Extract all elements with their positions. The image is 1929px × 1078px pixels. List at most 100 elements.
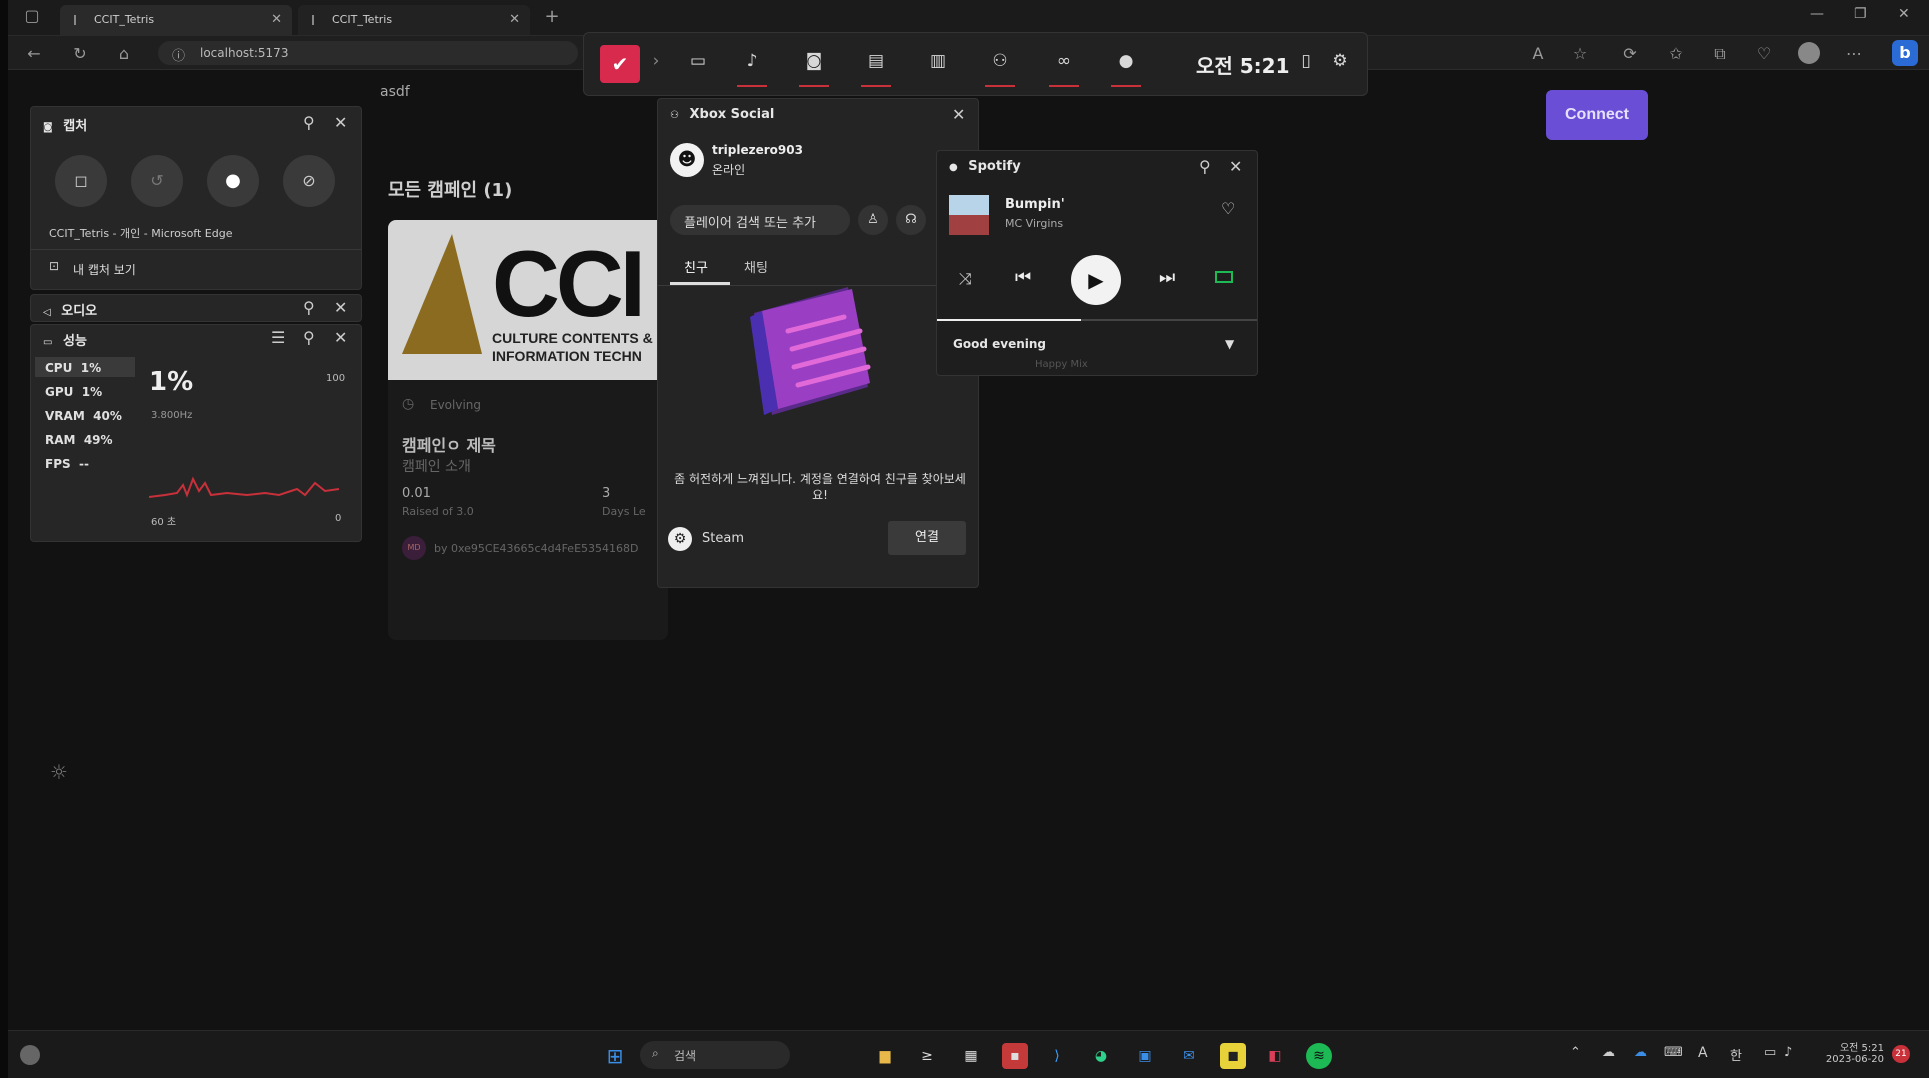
empty-friends-message: 좀 허전하게 느껴집니다. 계정을 연결하여 친구를 찾아보세요! xyxy=(674,472,966,502)
perf-row-fps[interactable]: FPS -- xyxy=(45,457,89,471)
onedrive-icon[interactable]: ☁ xyxy=(1634,1045,1647,1060)
add-friend-icon[interactable]: ♙ xyxy=(858,205,888,235)
resources-icon[interactable]: ▥ xyxy=(924,51,952,71)
taskbar-search-box[interactable]: ⌕ 검색 xyxy=(640,1041,790,1069)
pin-icon[interactable]: ⚲ xyxy=(303,328,315,347)
connect-wallet-button[interactable]: Connect xyxy=(1546,90,1648,140)
widget-menu-icon[interactable]: ✔ xyxy=(600,45,640,83)
favorites-icon[interactable]: ✩ xyxy=(1666,44,1686,63)
previous-track-icon[interactable]: ⏮ xyxy=(1015,267,1031,288)
close-icon[interactable]: ✕ xyxy=(1229,157,1242,176)
close-icon[interactable]: ✕ xyxy=(334,328,347,347)
play-button[interactable]: ▶ xyxy=(1071,255,1121,305)
mouse-icon[interactable]: ▯ xyxy=(1292,51,1320,71)
back-icon[interactable]: ← xyxy=(24,44,44,63)
campaign-card[interactable]: CCI CULTURE CONTENTS & INFORMATION TECHN… xyxy=(388,220,668,640)
teams-icon[interactable]: ▣ xyxy=(1132,1043,1158,1069)
perf-row-vram[interactable]: VRAM 40% xyxy=(45,409,122,423)
spotify-app-icon[interactable]: ≋ xyxy=(1306,1043,1332,1069)
language-a-icon[interactable]: A xyxy=(1698,1045,1708,1061)
taskbar-clock[interactable]: 오전 5:21 2023-06-20 xyxy=(1814,1039,1884,1065)
like-heart-icon[interactable]: ♡ xyxy=(1221,199,1235,218)
close-icon[interactable]: ✕ xyxy=(334,113,347,132)
mic-toggle-button[interactable]: ⊘ xyxy=(283,155,335,207)
connect-device-icon[interactable] xyxy=(1215,271,1233,283)
close-icon[interactable]: ✕ xyxy=(952,105,965,124)
mail-icon[interactable]: ✉ xyxy=(1176,1043,1202,1069)
extensions-icon[interactable]: ⟳ xyxy=(1620,44,1640,63)
refresh-icon[interactable]: ↻ xyxy=(70,44,90,63)
start-windows-icon[interactable]: ⊞ xyxy=(602,1043,628,1069)
volume-icon[interactable]: ♪ xyxy=(1784,1045,1792,1060)
collections-icon[interactable]: ⧉ xyxy=(1710,44,1730,64)
shuffle-icon[interactable]: ⤨ xyxy=(959,269,972,289)
next-track-icon[interactable]: ⏭ xyxy=(1159,267,1175,288)
close-tab-icon[interactable]: ✕ xyxy=(271,12,282,27)
playlist-item[interactable]: Happy Mix xyxy=(1035,359,1088,369)
tab-friends[interactable]: 친구 xyxy=(684,257,708,276)
profile-avatar[interactable] xyxy=(1798,42,1820,64)
record-last-button[interactable]: ↺ xyxy=(131,155,183,207)
read-aloud-icon[interactable]: A xyxy=(1528,44,1548,63)
ime-mode[interactable]: 한 xyxy=(1730,1045,1742,1064)
xbox-social-icon[interactable]: ⚇ xyxy=(986,51,1014,71)
site-info-icon[interactable]: ⓘ xyxy=(172,45,185,64)
start-recording-button[interactable]: ● xyxy=(207,155,259,207)
looking-for-group-icon[interactable]: ∞ xyxy=(1050,51,1078,71)
edge-icon[interactable]: ◕ xyxy=(1088,1043,1114,1069)
close-window-icon[interactable]: ✕ xyxy=(1898,6,1910,22)
perf-row-gpu[interactable]: GPU 1% xyxy=(45,385,102,399)
perf-row-cpu[interactable]: CPU 1% xyxy=(45,361,101,375)
gamer-avatar[interactable]: ☻ xyxy=(670,143,704,177)
progress-track[interactable] xyxy=(937,319,1257,321)
browser-tab[interactable]: CCIT_Tetris ✕ xyxy=(60,5,292,35)
favorite-star-icon[interactable]: ☆ xyxy=(1570,44,1590,63)
minimize-icon[interactable]: — xyxy=(1810,6,1824,22)
more-menu-icon[interactable]: ⋯ xyxy=(1844,44,1864,63)
vscode-icon[interactable]: ⟩ xyxy=(1044,1043,1070,1069)
new-tab-icon[interactable]: + xyxy=(542,6,562,27)
settings-gear-icon[interactable]: ⚙ xyxy=(1326,51,1354,71)
terminal-icon[interactable]: ≥ xyxy=(914,1043,940,1069)
audio-icon[interactable]: ♪ xyxy=(738,51,766,71)
chevron-down-icon[interactable]: ▼ xyxy=(1225,337,1234,351)
owner-avatar: MD xyxy=(402,536,426,560)
pin-icon[interactable]: ⚲ xyxy=(1199,157,1211,176)
screenshot-button[interactable]: ◻ xyxy=(55,155,107,207)
jetbrains-icon[interactable]: ◧ xyxy=(1262,1043,1288,1069)
theme-toggle-icon[interactable]: ☼ xyxy=(50,760,68,784)
steam-connect-button[interactable]: 연결 xyxy=(888,521,966,555)
perf-row-ram[interactable]: RAM 49% xyxy=(45,433,113,447)
performance-icon[interactable]: ▤ xyxy=(862,51,890,71)
bing-icon[interactable]: b xyxy=(1892,40,1918,66)
pin-icon[interactable]: ⚲ xyxy=(303,113,315,132)
capture-icon[interactable]: ▭ xyxy=(684,51,712,71)
close-icon[interactable]: ✕ xyxy=(334,298,347,317)
headset-icon[interactable]: ☊ xyxy=(896,205,926,235)
close-tab-icon[interactable]: ✕ xyxy=(509,12,520,27)
options-icon[interactable]: ☰ xyxy=(271,328,285,347)
keyboard-icon[interactable]: ⌨ xyxy=(1664,1045,1683,1060)
performance-heart-icon[interactable]: ♡ xyxy=(1754,44,1774,63)
tab-actions-icon[interactable]: ▢ xyxy=(22,6,42,25)
capture-widget-icon[interactable]: ◙ xyxy=(800,51,828,71)
tab-chat[interactable]: 채팅 xyxy=(744,257,768,276)
app-red-icon[interactable]: ▪ xyxy=(1002,1043,1028,1069)
file-explorer-icon[interactable]: ▆ xyxy=(872,1043,898,1069)
network-icon[interactable]: ▭ xyxy=(1764,1045,1776,1060)
weather-icon[interactable] xyxy=(20,1045,40,1065)
browser-tab[interactable]: CCIT_Tetris ✕ xyxy=(298,5,530,35)
tray-chevron-up-icon[interactable]: ⌃ xyxy=(1570,1045,1581,1060)
tray-app-icon[interactable]: ☁ xyxy=(1602,1045,1615,1060)
store-icon[interactable]: ▦ xyxy=(958,1043,984,1069)
kakaotalk-icon[interactable]: ◼ xyxy=(1220,1043,1246,1069)
notification-badge[interactable]: 21 xyxy=(1892,1045,1910,1063)
chevron-right-icon[interactable]: › xyxy=(642,51,670,71)
player-search-input[interactable]: 플레이어 검색 또는 추가 xyxy=(670,205,850,235)
home-icon[interactable]: ⌂ xyxy=(114,44,134,63)
see-my-captures-link[interactable]: 내 캡처 보기 xyxy=(73,261,136,278)
spotify-icon[interactable]: ● xyxy=(1112,51,1140,71)
restore-icon[interactable]: ❐ xyxy=(1854,6,1867,22)
pin-icon[interactable]: ⚲ xyxy=(303,298,315,317)
url-field[interactable]: ⓘ localhost:5173 xyxy=(158,41,578,65)
